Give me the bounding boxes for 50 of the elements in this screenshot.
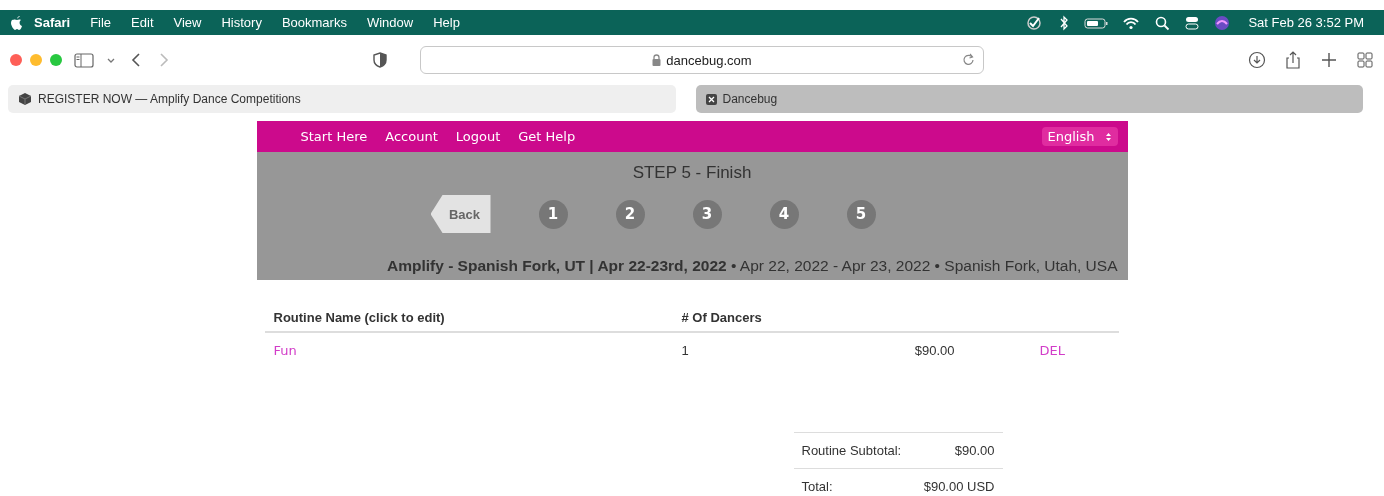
column-header: # Of Dancers [672, 304, 871, 332]
summary-value: $90.00 [954, 443, 995, 458]
nav-link[interactable]: Account [385, 129, 438, 144]
close-icon[interactable] [705, 93, 717, 105]
back-button[interactable]: Back [430, 195, 491, 233]
plus-icon[interactable] [1320, 51, 1338, 69]
reload-icon[interactable] [962, 53, 975, 66]
step-number[interactable]: 4 [769, 199, 799, 229]
download-icon[interactable] [1248, 51, 1266, 69]
routine-link[interactable]: Fun [273, 343, 297, 358]
language-select[interactable]: English [1041, 127, 1118, 146]
menu-item[interactable]: Edit [121, 15, 164, 30]
browser-tab[interactable]: REGISTER NOW — Amplify Dance Competitions [8, 85, 676, 113]
menu-item[interactable]: History [211, 15, 272, 30]
updown-arrows-icon [1104, 131, 1112, 142]
step-number[interactable]: 1 [538, 199, 568, 229]
column-header: Routine Name (click to edit) [264, 304, 673, 332]
app-menu[interactable]: Safari [24, 15, 81, 30]
checkmark-icon[interactable] [1026, 14, 1043, 31]
delete-link[interactable]: DEL [1039, 343, 1065, 358]
nav-link[interactable]: Get Help [518, 129, 576, 144]
step-title: STEP 5 - Finish [632, 163, 752, 183]
browser-tab[interactable]: Dancebug [695, 85, 1363, 113]
date-time[interactable]: Sat Feb 26 3:52 PM [1244, 15, 1374, 30]
menu-item[interactable]: View [163, 15, 212, 30]
step-number[interactable]: 3 [692, 199, 722, 229]
summary-label: Total: [801, 479, 833, 494]
step-number[interactable]: 2 [615, 199, 645, 229]
step-number[interactable]: 5 [846, 199, 876, 229]
summary-label: Routine Subtotal: [801, 443, 902, 458]
apple-icon[interactable] [10, 14, 24, 31]
toggle-icon[interactable] [1184, 14, 1201, 31]
search-icon[interactable] [1154, 14, 1171, 31]
table-cell: $90.00 [914, 343, 955, 358]
menu-item[interactable]: File [80, 15, 122, 30]
address-bar[interactable]: dancebug.com [420, 46, 984, 74]
menu-item[interactable]: Help [423, 15, 470, 30]
menu-item[interactable]: Window [356, 15, 424, 30]
event-details: Amplify - Spanish Fork, UT | Apr 22-23rd, 2022 • Apr 22, 2022 - Apr 23, 2022 • Spanish Fork, Utah, USA [387, 257, 1118, 275]
grid-icon[interactable] [1356, 51, 1374, 69]
share-icon[interactable] [1284, 51, 1302, 69]
nav-link[interactable]: Start Here [300, 129, 368, 144]
sidebar-icon[interactable] [74, 51, 94, 69]
table-cell: 1 [681, 343, 689, 358]
shield-icon[interactable] [372, 52, 388, 68]
cube-icon [18, 92, 32, 106]
summary-value: $90.00 USD [923, 479, 995, 494]
nav-link[interactable]: Logout [455, 129, 501, 144]
lock-icon [652, 54, 662, 66]
menu-item[interactable]: Bookmarks [271, 15, 357, 30]
